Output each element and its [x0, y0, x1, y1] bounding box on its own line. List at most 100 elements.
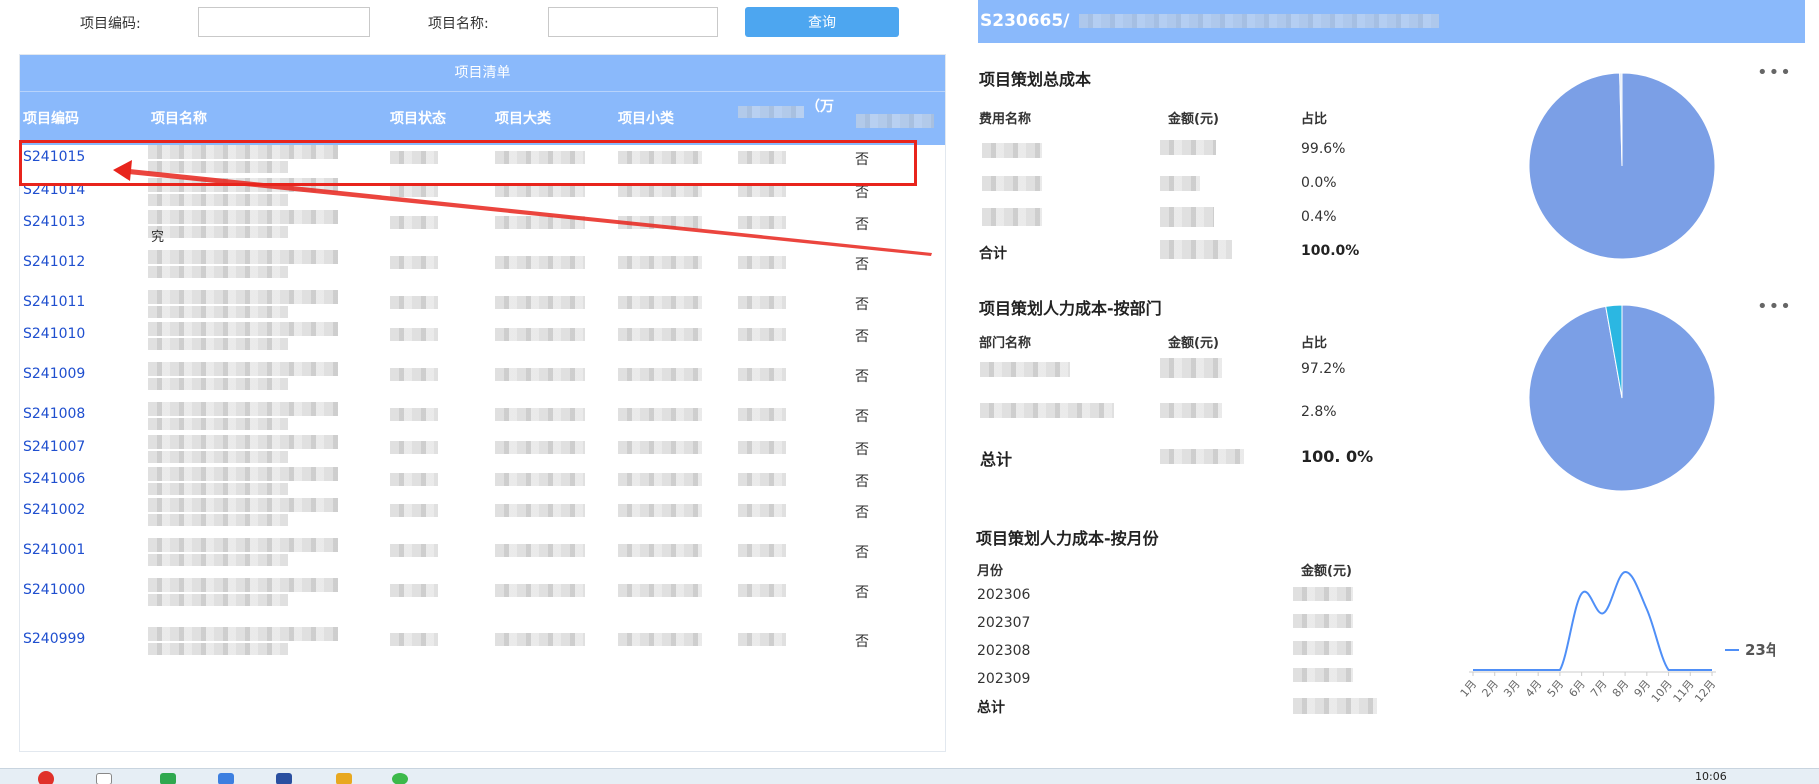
table-row[interactable]: S241006 否	[20, 463, 945, 497]
th-last-blur	[856, 114, 934, 128]
redacted-cell	[148, 467, 338, 481]
dept-ratio-2: 2.8%	[1301, 404, 1337, 420]
redacted-cell	[495, 328, 585, 341]
taskbar: 10:06	[0, 768, 1819, 784]
th-code[interactable]: 项目编码	[23, 92, 79, 146]
cost-total-ratio: 100.0%	[1301, 243, 1360, 259]
table-row[interactable]: S241012 否	[20, 246, 945, 280]
table-row[interactable]: S241013 究 否	[20, 206, 945, 245]
query-button[interactable]: 查询	[745, 7, 899, 37]
redacted-cell	[390, 328, 438, 341]
redacted-cell	[148, 290, 338, 304]
project-code-link[interactable]: S241008	[23, 406, 85, 422]
window-icon[interactable]	[96, 773, 112, 784]
cost-amount-blur-1	[1160, 140, 1216, 155]
legend-label[interactable]: 23年	[1745, 641, 1775, 659]
x-tick-label: 10月	[1649, 678, 1675, 706]
project-code-link[interactable]: S240999	[23, 631, 85, 647]
x-tick-label: 1月	[1458, 678, 1480, 700]
name-input[interactable]	[548, 7, 718, 37]
redacted-cell	[148, 266, 288, 278]
x-tick-label: 12月	[1692, 678, 1718, 706]
app-blue-icon[interactable]	[218, 773, 234, 784]
app-circle-icon[interactable]	[392, 773, 408, 784]
project-code-link[interactable]: S241002	[23, 502, 85, 518]
redacted-cell	[390, 296, 438, 309]
th-status[interactable]: 项目状态	[390, 92, 446, 146]
dept-cost-pie	[1528, 304, 1716, 492]
project-code-link[interactable]: S241001	[23, 542, 85, 558]
redacted-cell	[495, 544, 585, 557]
redacted-cell	[148, 514, 288, 526]
app-green-icon[interactable]	[160, 773, 176, 784]
redacted-cell	[495, 216, 585, 229]
redacted-cell	[738, 296, 786, 309]
table-row[interactable]: S241010 否	[20, 318, 945, 352]
project-code-link[interactable]: S241011	[23, 294, 85, 310]
th-minor-class[interactable]: 项目小类	[618, 92, 674, 146]
table-row[interactable]: S241002 否	[20, 494, 945, 528]
redacted-cell	[738, 441, 786, 454]
cost-ratio-3: 0.4%	[1301, 209, 1337, 225]
total-cost-col-amount: 金额(元)	[1168, 112, 1219, 127]
project-code-link[interactable]: S241006	[23, 471, 85, 487]
redacted-cell	[618, 473, 702, 486]
total-cost-col-ratio: 占比	[1301, 112, 1328, 127]
x-tick-label: 6月	[1566, 678, 1588, 700]
table-row[interactable]: S240999 否	[20, 623, 945, 657]
month-total-amount-blur	[1293, 698, 1377, 714]
redacted-cell	[148, 418, 288, 430]
redacted-cell	[495, 408, 585, 421]
redacted-cell	[495, 441, 585, 454]
project-flag: 否	[855, 442, 869, 458]
table-row[interactable]: S241007 否	[20, 431, 945, 465]
dept-ratio-1: 97.2%	[1301, 361, 1346, 377]
project-flag: 否	[855, 409, 869, 425]
more-icon-2[interactable]: •••	[1757, 296, 1792, 317]
project-code-link[interactable]: S241007	[23, 439, 85, 455]
folder-icon[interactable]	[336, 773, 352, 784]
table-row[interactable]: S241008 否	[20, 398, 945, 432]
table-row[interactable]: S241000 否	[20, 574, 945, 608]
app-doc-icon[interactable]	[276, 773, 292, 784]
project-code-link[interactable]: S241009	[23, 366, 85, 382]
cost-ratio-2: 0.0%	[1301, 175, 1337, 191]
total-cost-pie	[1528, 72, 1716, 260]
start-icon[interactable]	[38, 771, 54, 784]
project-code-link[interactable]: S241000	[23, 582, 85, 598]
dept-amount-blur-1	[1160, 358, 1222, 378]
project-code-link[interactable]: S241013	[23, 214, 85, 230]
detail-header-blur	[1079, 14, 1440, 28]
month-row-2: 202307	[977, 615, 1031, 631]
project-code-link[interactable]: S241010	[23, 326, 85, 342]
dept-amount-blur-2	[1160, 403, 1222, 418]
x-tick-label: 11月	[1671, 678, 1697, 706]
redacted-cell	[738, 328, 786, 341]
th-major-class[interactable]: 项目大类	[495, 92, 551, 146]
project-code-link[interactable]: S241012	[23, 254, 85, 270]
dept-cost-col-ratio: 占比	[1301, 336, 1328, 351]
code-input[interactable]	[198, 7, 370, 37]
redacted-cell	[390, 216, 438, 229]
redacted-cell	[148, 362, 338, 376]
table-row[interactable]: S241001 否	[20, 534, 945, 568]
code-label: 项目编码:	[80, 16, 141, 32]
month-cost-title: 项目策划人力成本-按月份	[976, 529, 1159, 548]
redacted-cell	[390, 441, 438, 454]
table-row[interactable]: S241011 否	[20, 286, 945, 320]
cost-name-blur-1	[982, 143, 1042, 158]
redacted-cell	[495, 256, 585, 269]
cost-name-blur-2	[982, 176, 1042, 191]
series-line-23[interactable]	[1473, 571, 1712, 671]
th-amount[interactable]: （万	[806, 80, 834, 134]
more-icon[interactable]: •••	[1757, 62, 1792, 83]
table-row[interactable]: S241009 否	[20, 358, 945, 392]
redacted-cell	[618, 504, 702, 517]
redacted-cell	[738, 544, 786, 557]
redacted-cell	[618, 368, 702, 381]
th-name[interactable]: 项目名称	[151, 92, 207, 146]
dept-cost-title: 项目策划人力成本-按部门	[979, 299, 1162, 318]
cost-ratio-1: 99.6%	[1301, 141, 1346, 157]
project-flag: 否	[855, 545, 869, 561]
redacted-cell	[148, 435, 338, 449]
